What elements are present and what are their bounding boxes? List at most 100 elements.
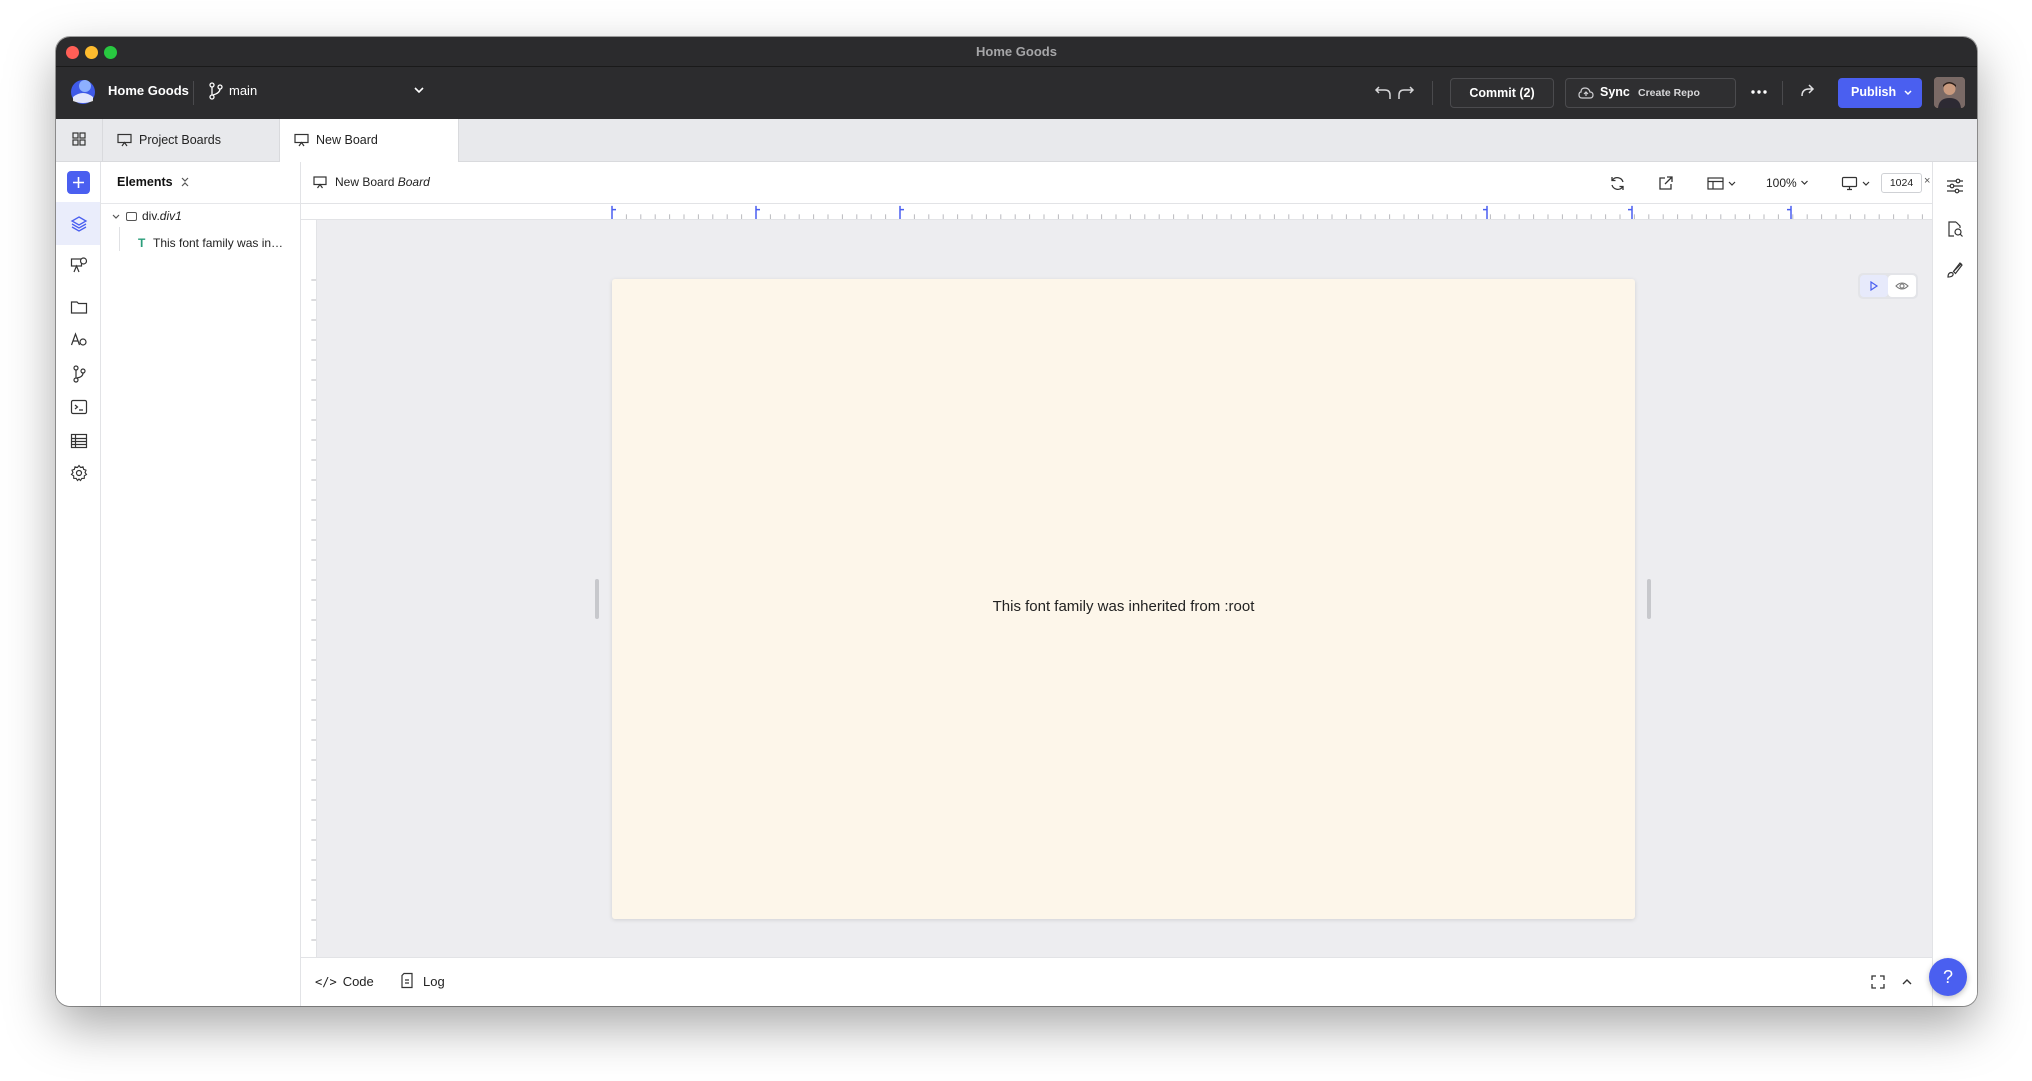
branch-selector[interactable]: main xyxy=(229,83,257,98)
sync-label: Sync xyxy=(1600,85,1630,99)
rail-branches[interactable] xyxy=(62,357,95,390)
fullscreen-icon[interactable] xyxy=(1871,975,1885,989)
preview-mode-button[interactable] xyxy=(1888,275,1916,297)
sync-button[interactable]: Sync Create Repo xyxy=(1565,78,1736,108)
rail-data[interactable] xyxy=(62,424,95,457)
layout-select-icon[interactable] xyxy=(1707,175,1739,192)
eye-icon xyxy=(1895,282,1909,290)
element-tag: div. xyxy=(142,209,160,223)
board-icon xyxy=(313,176,327,189)
tree-item-label: div.div1 xyxy=(142,209,182,223)
tree-item-text[interactable]: T This font family was inherited from :r… xyxy=(101,233,300,255)
refresh-icon[interactable] xyxy=(1609,175,1626,192)
divider xyxy=(193,81,194,105)
divider xyxy=(101,203,300,204)
grid-icon xyxy=(72,132,86,146)
rail-typography[interactable] xyxy=(62,323,95,356)
user-avatar[interactable] xyxy=(1934,77,1965,108)
board-frame[interactable]: This font family was inherited from :roo… xyxy=(612,279,1635,919)
canvas-header: New Board Board 100% 1024 × 640 xyxy=(301,162,1974,204)
window-titlebar: Home Goods xyxy=(56,37,1977,67)
rail-terminal[interactable] xyxy=(62,390,95,423)
elements-panel: Elements div.div1 T This font family was… xyxy=(101,162,301,1006)
folder-icon xyxy=(70,301,88,314)
board-title: New Board Board xyxy=(335,175,430,189)
board-name: New Board xyxy=(335,175,395,189)
terminal-icon xyxy=(70,399,88,415)
board-kind: Board xyxy=(397,175,430,189)
chevron-up-icon[interactable] xyxy=(1901,976,1913,988)
zoom-value: 100% xyxy=(1766,176,1797,190)
zoom-select[interactable]: 100% xyxy=(1766,176,1809,190)
rail-settings[interactable] xyxy=(62,456,95,489)
add-element-button[interactable] xyxy=(67,171,90,194)
preview-mode-toggle xyxy=(1858,273,1918,299)
board-icon xyxy=(117,133,132,147)
interact-mode-button[interactable] xyxy=(1860,275,1888,297)
inspect-document-icon[interactable] xyxy=(1946,220,1964,238)
create-repo-label: Create Repo xyxy=(1638,87,1700,99)
more-options-icon[interactable] xyxy=(1750,83,1768,101)
container-icon xyxy=(126,212,137,221)
app-toolbar: Home Goods main Commit (2) Sync Create R… xyxy=(56,67,1977,119)
style-settings-icon[interactable] xyxy=(1946,177,1964,195)
git-branch-icon xyxy=(209,82,223,100)
project-name[interactable]: Home Goods xyxy=(108,83,189,98)
right-rail xyxy=(1932,162,1977,1006)
board-resize-handle-right[interactable] xyxy=(1647,579,1651,619)
tab-project-boards[interactable]: Project Boards xyxy=(102,119,280,162)
chevron-down-icon[interactable] xyxy=(412,83,426,97)
settings-icon xyxy=(70,464,88,482)
rail-layers[interactable] xyxy=(62,207,95,240)
log-icon[interactable] xyxy=(401,972,415,989)
collapse-all-icon[interactable] xyxy=(179,176,191,188)
components-icon xyxy=(70,257,88,273)
tab-bar: Project Boards New Board xyxy=(56,119,1977,163)
code-tab[interactable]: </> Code xyxy=(315,974,374,989)
horizontal-ruler xyxy=(301,204,1932,220)
chevron-down-icon[interactable] xyxy=(111,212,121,222)
tree-item-div1[interactable]: div.div1 xyxy=(101,206,300,228)
brush-icon[interactable] xyxy=(1946,261,1964,279)
elements-panel-title: Elements xyxy=(117,175,173,189)
canvas-area[interactable]: This font family was inherited from :roo… xyxy=(301,204,1932,972)
text-element-icon: T xyxy=(138,236,146,250)
tab-new-board[interactable]: New Board xyxy=(280,119,459,163)
tree-item-label: This font family was inherited from :roo… xyxy=(153,236,287,250)
device-select-icon[interactable] xyxy=(1841,175,1873,192)
undo-icon[interactable] xyxy=(1374,83,1392,101)
redo-icon[interactable] xyxy=(1397,83,1415,101)
typography-icon xyxy=(70,332,87,346)
play-icon xyxy=(1870,281,1879,291)
divider xyxy=(1432,81,1433,105)
left-rail xyxy=(56,162,101,1006)
log-tab[interactable]: Log xyxy=(423,974,445,989)
board-text-element[interactable]: This font family was inherited from :roo… xyxy=(612,598,1635,615)
layers-icon xyxy=(70,216,88,232)
vertical-ruler xyxy=(301,220,317,957)
chevron-down-icon xyxy=(1801,180,1808,185)
publish-button[interactable]: Publish xyxy=(1838,78,1922,108)
board-resize-handle-left[interactable] xyxy=(595,579,599,619)
all-boards-button[interactable] xyxy=(56,119,102,161)
rail-components[interactable] xyxy=(62,248,95,281)
rail-files[interactable] xyxy=(62,290,95,323)
divider xyxy=(1782,81,1783,105)
code-label: Code xyxy=(342,974,374,989)
app-logo-icon[interactable] xyxy=(70,79,96,105)
cloud-upload-icon xyxy=(1578,87,1594,99)
board-icon xyxy=(294,133,309,147)
plus-icon xyxy=(73,177,84,188)
open-external-icon[interactable] xyxy=(1657,175,1674,192)
window-title: Home Goods xyxy=(976,44,1057,59)
element-class: div1 xyxy=(159,209,182,223)
commit-button[interactable]: Commit (2) xyxy=(1450,78,1554,108)
avatar-icon xyxy=(1934,77,1965,108)
share-icon[interactable] xyxy=(1799,82,1817,100)
help-button[interactable]: ? xyxy=(1929,958,1967,996)
app-window: Home Goods Home Goods main Commit (2) Sy… xyxy=(56,37,1977,1006)
dimension-separator: × xyxy=(1924,175,1931,187)
board-width-input[interactable]: 1024 xyxy=(1881,173,1922,193)
code-icon: </> xyxy=(315,975,337,989)
publish-label: Publish xyxy=(1851,85,1897,99)
